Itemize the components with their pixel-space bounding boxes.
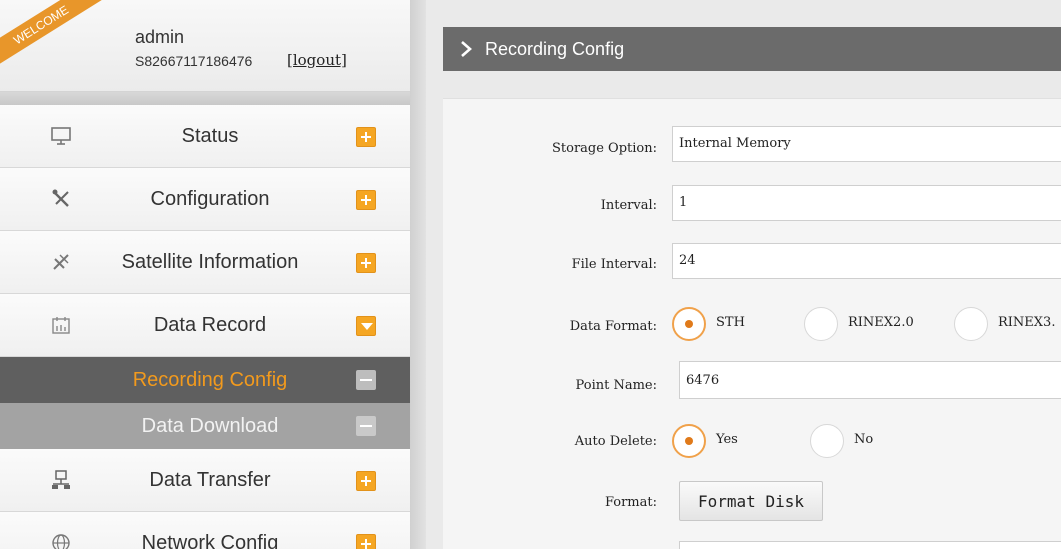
divider: [0, 92, 410, 105]
expand-plus-icon[interactable]: [356, 253, 376, 273]
minus-icon: [356, 370, 376, 390]
interval-label: Interval:: [600, 198, 657, 213]
sidebar-item-configuration[interactable]: Configuration: [0, 168, 410, 231]
radio-label: STH: [716, 315, 745, 330]
radio-label: RINEX3.: [998, 315, 1056, 330]
auto-delete-radio-group: Yes No: [672, 421, 972, 461]
sidebar-item-satellite-information[interactable]: Satellite Information: [0, 231, 410, 294]
radio-circle: [672, 424, 706, 458]
sidebar-item-network-config[interactable]: Network Config: [0, 512, 410, 549]
user-panel: WELCOME admin S82667117186476 [logout]: [0, 0, 410, 92]
radio-circle: [804, 307, 838, 341]
radio-circle: [672, 307, 706, 341]
tools-icon: [50, 188, 72, 210]
sidebar-item-label: Network Config: [141, 532, 279, 549]
chevron-right-icon: [457, 39, 475, 59]
expand-plus-icon[interactable]: [356, 127, 376, 147]
nav-menu: Status Configuration Satellite Informati…: [0, 105, 410, 549]
sidebar-item-label: Data Record: [153, 314, 267, 336]
data-format-label: Data Format:: [569, 319, 657, 334]
satellite-icon: [50, 251, 72, 273]
sidebar-subitem-data-download[interactable]: Data Download: [0, 403, 410, 449]
sidebar-item-label: Satellite Information: [121, 251, 299, 273]
auto-delete-label: Auto Delete:: [574, 434, 657, 449]
page-title: Recording Config: [485, 39, 625, 59]
data-format-radio-group: STH RINEX2.0 RINEX3.: [672, 304, 1061, 344]
interval-input[interactable]: 1: [672, 185, 1061, 221]
partial-input-field: [679, 541, 1061, 549]
radio-circle: [810, 424, 844, 458]
point-name-input[interactable]: 6476: [679, 361, 1061, 399]
expand-plus-icon[interactable]: [356, 471, 376, 491]
sidebar-subitem-label: Data Download: [141, 415, 279, 437]
sidebar-item-data-transfer[interactable]: Data Transfer: [0, 449, 410, 512]
file-interval-input[interactable]: 24: [672, 243, 1061, 279]
collapse-chevron-down-icon[interactable]: [356, 316, 376, 336]
sidebar-item-data-record[interactable]: Data Record: [0, 294, 410, 357]
format-disk-button[interactable]: Format Disk: [679, 481, 823, 521]
main-content: Recording Config Storage Option: Interna…: [426, 0, 1061, 549]
logout-link[interactable]: [logout]: [287, 51, 347, 69]
storage-option-select[interactable]: Internal Memory: [672, 126, 1061, 162]
expand-plus-icon[interactable]: [356, 534, 376, 549]
sidebar-divider: [410, 0, 426, 549]
sidebar-item-label: Configuration: [150, 188, 270, 210]
sidebar-item-status[interactable]: Status: [0, 105, 410, 168]
storage-option-label: Storage Option:: [551, 141, 657, 156]
globe-icon: [50, 532, 72, 549]
expand-plus-icon[interactable]: [356, 190, 376, 210]
sidebar-subitem-recording-config[interactable]: Recording Config: [0, 357, 410, 403]
monitor-icon: [50, 125, 72, 147]
sidebar-item-label: Data Transfer: [149, 469, 271, 491]
minus-icon: [356, 416, 376, 436]
file-interval-label: File Interval:: [571, 257, 657, 272]
radio-circle: [954, 307, 988, 341]
radio-label: No: [854, 432, 874, 447]
calendar-icon: [50, 314, 72, 336]
device-serial: S82667117186476: [135, 53, 253, 69]
point-name-label: Point Name:: [575, 378, 657, 393]
user-name: admin: [135, 27, 185, 47]
network-icon: [50, 469, 72, 491]
recording-config-form: Storage Option: Internal Memory Interval…: [443, 98, 1061, 549]
sidebar-subitem-label: Recording Config: [132, 369, 288, 391]
sidebar-item-label: Status: [181, 125, 239, 147]
radio-label: RINEX2.0: [848, 315, 914, 330]
format-label: Format:: [604, 495, 657, 510]
radio-label: Yes: [716, 432, 738, 447]
welcome-ribbon: WELCOME: [0, 0, 102, 69]
page-title-bar: Recording Config: [443, 27, 1061, 71]
sidebar: WELCOME admin S82667117186476 [logout] S…: [0, 0, 410, 549]
